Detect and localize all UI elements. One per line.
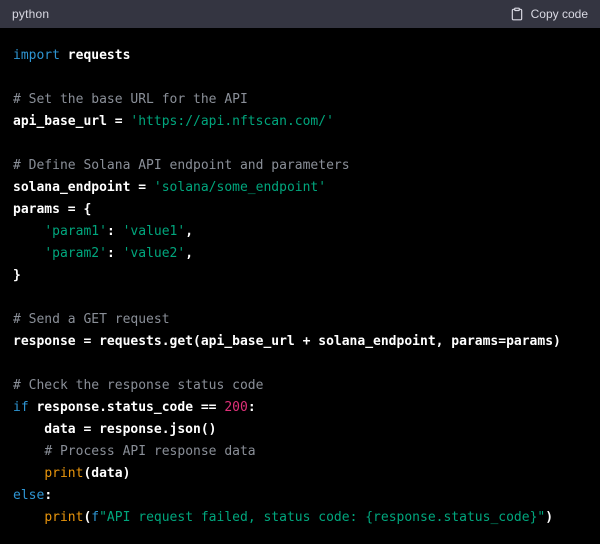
code-token: # Define Solana API endpoint and paramet… [13,158,350,173]
copy-code-button[interactable]: Copy code [510,7,588,21]
code-token: : [106,246,123,261]
code-token: , [185,224,194,239]
code-token: 200 [224,400,248,415]
code-token: 'param1' [44,224,107,239]
code-line: print(data) [13,463,587,485]
language-label: python [12,7,50,21]
code-line: # Send a GET request [13,309,587,331]
code-line: solana_endpoint = 'solana/some_endpoint' [13,177,587,199]
copy-code-label: Copy code [530,7,588,21]
code-line: } [13,265,587,287]
code-line: data = response.json() [13,419,587,441]
code-token: } [13,268,21,283]
code-line: 'param2': 'value2', [13,243,587,265]
code-token: response = requests.get(api_base_url + s… [13,334,561,349]
code-token: "API request failed, status code: {respo… [99,510,546,525]
code-token: # Set the base URL for the API [13,92,248,107]
code-token: # Process API response data [44,444,256,459]
code-line: if response.status_code == 200: [13,397,587,419]
code-token: 'solana/some_endpoint' [153,180,327,195]
code-token: : [247,400,256,415]
code-area: import requests # Set the base URL for t… [0,28,600,544]
code-line: # Process API response data [13,441,587,463]
code-token: 'value2' [122,246,186,261]
code-token: 'param2' [44,246,107,261]
code-token: # Send a GET request [13,312,170,327]
code-line: # Set the base URL for the API [13,89,587,111]
code-token: 'value1' [122,224,186,239]
code-line: params = { [13,199,587,221]
code-token: else [13,488,45,503]
code-token: , [185,246,194,261]
code-token: : [106,224,123,239]
code-token: params = { [13,202,92,217]
code-header: python Copy code [0,0,600,28]
code-line: # Check the response status code [13,375,587,397]
clipboard-icon [510,7,524,21]
code-token: ) [545,510,554,525]
code-token: api_base_url = [13,114,131,129]
code-token: print [44,466,84,481]
code-line: import requests [13,45,587,67]
code-line: else: [13,485,587,507]
code-token: solana_endpoint = [13,180,154,195]
code-line: 'param1': 'value1', [13,221,587,243]
code-token: data = response.json() [13,422,217,437]
code-token: # Check the response status code [13,378,264,393]
code-line: print(f"API request failed, status code:… [13,507,587,529]
code-token: requests [59,48,131,63]
code-token: response.status_code == [28,400,225,415]
code-block: python Copy code import requests # Set t… [0,0,600,544]
code-line: api_base_url = 'https://api.nftscan.com/… [13,111,587,133]
code-line: # Define Solana API endpoint and paramet… [13,155,587,177]
code-token: (data) [83,466,131,481]
code-token: if [13,400,29,415]
code-token: 'https://api.nftscan.com/' [130,114,334,129]
code-token: : [44,488,53,503]
code-token: print [44,510,84,525]
code-line: response = requests.get(api_base_url + s… [13,331,587,353]
code-token: f [91,510,100,525]
code-token: import [13,48,60,63]
